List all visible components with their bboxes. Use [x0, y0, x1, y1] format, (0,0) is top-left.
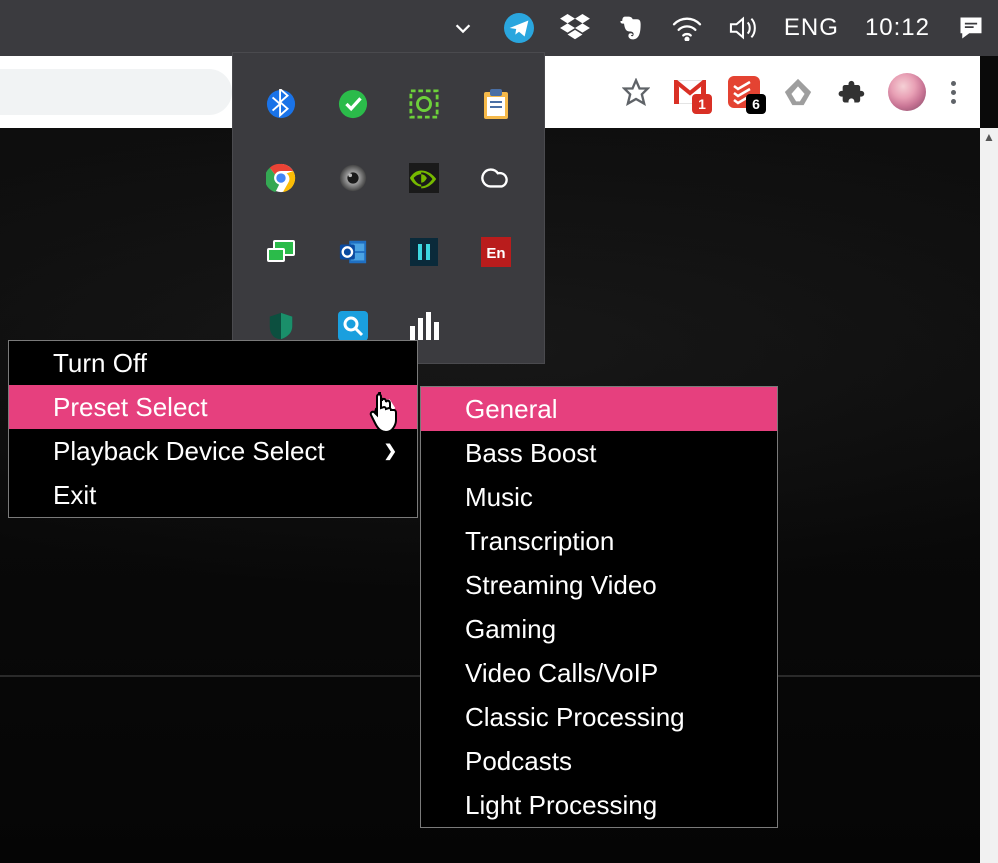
- taskbar: ENG 10:12: [0, 0, 998, 56]
- outlook-icon[interactable]: [333, 232, 373, 272]
- context-menu: Turn OffPreset Select❯Playback Device Se…: [8, 340, 418, 518]
- wifi-icon[interactable]: [672, 13, 702, 43]
- telegram-icon[interactable]: [504, 13, 534, 43]
- clipboard-icon[interactable]: [476, 84, 516, 124]
- menu-item-label: Preset Select: [53, 392, 208, 423]
- extensions-puzzle-icon[interactable]: [834, 74, 870, 110]
- preset-item-label: Bass Boost: [465, 438, 597, 469]
- submenu-arrow-icon: ❯: [384, 397, 397, 417]
- preset-item-label: Classic Processing: [465, 702, 685, 733]
- clock[interactable]: 10:12: [865, 14, 930, 42]
- scroll-up-arrow-icon[interactable]: ▲: [980, 128, 998, 146]
- tray-overflow-panel: En: [232, 52, 545, 364]
- preset-item[interactable]: Classic Processing: [421, 695, 777, 739]
- preset-item[interactable]: Light Processing: [421, 783, 777, 827]
- empty-slot: [476, 306, 516, 346]
- sync-ok-icon[interactable]: [333, 84, 373, 124]
- todoist-badge: 6: [746, 94, 766, 114]
- context-menu-item[interactable]: Preset Select ❯: [9, 385, 417, 429]
- preset-item-label: Streaming Video: [465, 570, 657, 601]
- feedly-icon[interactable]: [780, 74, 816, 110]
- submenu-arrow-icon: ❯: [384, 441, 397, 461]
- preset-item[interactable]: Video Calls/VoIP: [421, 651, 777, 695]
- notifications-icon[interactable]: [956, 13, 986, 43]
- en-app-icon[interactable]: En: [476, 232, 516, 272]
- preset-item[interactable]: Streaming Video: [421, 563, 777, 607]
- context-menu-item[interactable]: Exit: [9, 473, 417, 517]
- menu-item-label: Turn Off: [53, 348, 147, 379]
- preset-item[interactable]: Transcription: [421, 519, 777, 563]
- todoist-icon[interactable]: 6: [726, 74, 762, 110]
- preset-item-label: Video Calls/VoIP: [465, 658, 658, 689]
- tray-overflow-chevron-icon[interactable]: [448, 13, 478, 43]
- svg-text:En: En: [487, 245, 506, 262]
- preset-item-label: Podcasts: [465, 746, 572, 777]
- greenshot-icon[interactable]: [404, 84, 444, 124]
- preset-submenu: General Bass Boost Music Transcription Strea…: [420, 386, 778, 828]
- context-menu-item[interactable]: Playback Device Select ❯: [9, 429, 417, 473]
- preset-item-label: Transcription: [465, 526, 614, 557]
- browser-menu-icon[interactable]: [944, 74, 962, 110]
- preset-item-label: Music: [465, 482, 533, 513]
- vertical-scrollbar[interactable]: ▲: [980, 128, 998, 863]
- profile-avatar[interactable]: [888, 73, 926, 111]
- menu-item-label: Playback Device Select: [53, 436, 325, 467]
- preset-item[interactable]: Music: [421, 475, 777, 519]
- menu-item-label: Exit: [53, 480, 96, 511]
- chrome-icon[interactable]: [261, 158, 301, 198]
- dropbox-icon[interactable]: [560, 13, 590, 43]
- gmail-icon[interactable]: 1: [672, 74, 708, 110]
- evernote-icon[interactable]: [616, 13, 646, 43]
- display-icon[interactable]: [261, 232, 301, 272]
- preset-item-label: Gaming: [465, 614, 556, 645]
- speaker-icon[interactable]: [333, 158, 373, 198]
- address-bar[interactable]: [0, 69, 232, 115]
- creative-cloud-icon[interactable]: [476, 158, 516, 198]
- pause-app-icon[interactable]: [404, 232, 444, 272]
- gmail-badge: 1: [692, 94, 712, 114]
- bluetooth-icon[interactable]: [261, 84, 301, 124]
- bookmark-star-icon[interactable]: [618, 74, 654, 110]
- nvidia-icon[interactable]: [404, 158, 444, 198]
- language-indicator[interactable]: ENG: [784, 14, 839, 42]
- context-menu-item[interactable]: Turn Off: [9, 341, 417, 385]
- preset-item[interactable]: Podcasts: [421, 739, 777, 783]
- preset-item[interactable]: Bass Boost: [421, 431, 777, 475]
- volume-icon[interactable]: [728, 13, 758, 43]
- preset-item[interactable]: Gaming: [421, 607, 777, 651]
- preset-item-label: Light Processing: [465, 790, 657, 821]
- preset-item-label: General: [465, 394, 558, 425]
- preset-item[interactable]: General: [421, 387, 777, 431]
